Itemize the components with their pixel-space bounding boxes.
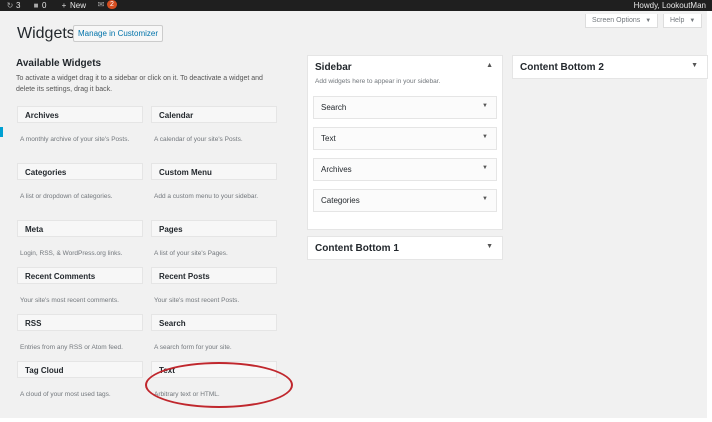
widget-title: Search	[321, 103, 347, 112]
sidebar-description: Add widgets here to appear in your sideb…	[315, 78, 441, 85]
widget-description: Your site's most recent Posts.	[154, 297, 240, 304]
updates-icon: ↻	[6, 0, 14, 10]
widget-rss[interactable]: RSS	[17, 314, 143, 331]
available-widgets-title: Available Widgets	[16, 58, 102, 69]
comment-icon: ■	[33, 0, 39, 10]
updates-item[interactable]: ↻ 3	[6, 0, 21, 11]
sidebar-widget-area: Sidebar ▲ Add widgets here to appear in …	[307, 55, 503, 230]
widget-title: Custom Menu	[159, 168, 212, 177]
content-bottom-1-area[interactable]: Content Bottom 1 ▼	[307, 236, 503, 260]
widget-description: A list or dropdown of categories.	[20, 193, 113, 200]
account-item[interactable]: Howdy, LookoutMan	[634, 0, 706, 11]
sidebar-widget-categories[interactable]: Categories ▼	[313, 189, 497, 212]
widget-calendar[interactable]: Calendar	[151, 106, 277, 123]
widget-title: Search	[159, 319, 186, 328]
widget-title: Categories	[321, 196, 360, 205]
content-bottom-1-title: Content Bottom 1	[315, 243, 399, 254]
sidebar-widget-search[interactable]: Search ▼	[313, 96, 497, 119]
comments-count: 0	[42, 1, 47, 10]
screen-options-tab[interactable]: Screen Options ▼	[585, 14, 659, 28]
notifications-item[interactable]: ✉ 2	[97, 0, 117, 9]
widget-title: Text	[321, 134, 336, 143]
highlight-circle	[145, 362, 293, 408]
collapse-up-icon[interactable]: ▲	[486, 62, 493, 69]
mail-icon: ✉	[97, 0, 105, 9]
chevron-down-icon[interactable]: ▼	[482, 134, 488, 140]
menu-collapse-handle[interactable]	[0, 127, 4, 137]
widget-title: Recent Posts	[159, 272, 210, 281]
widget-title: Archives	[321, 165, 352, 174]
notification-badge: 2	[107, 0, 117, 9]
widget-description: Add a custom menu to your sidebar.	[154, 193, 259, 200]
widget-title: Meta	[25, 225, 44, 234]
widget-tag-cloud[interactable]: Tag Cloud	[17, 361, 143, 378]
chevron-down-icon[interactable]: ▼	[691, 62, 698, 69]
widget-title: Recent Comments	[25, 272, 96, 281]
available-widgets-description: To activate a widget drag it to a sideba…	[16, 75, 263, 93]
widget-archives[interactable]: Archives	[17, 106, 143, 123]
widget-description: A monthly archive of your site's Posts.	[20, 136, 130, 143]
widget-description: Login, RSS, & WordPress.org links.	[20, 250, 123, 257]
manage-in-customizer-button[interactable]: Manage in Customizer	[73, 25, 164, 42]
new-label: New	[70, 1, 87, 10]
widget-description: A list of your site's Pages.	[154, 250, 228, 257]
widget-title: RSS	[25, 319, 42, 328]
chevron-down-icon[interactable]: ▼	[482, 196, 488, 202]
content-bottom-2-title: Content Bottom 2	[520, 62, 604, 73]
widget-title: Calendar	[159, 111, 194, 120]
widget-title: Tag Cloud	[25, 366, 64, 375]
widget-description: Your site's most recent comments.	[20, 297, 119, 304]
help-tab[interactable]: Help ▼	[663, 14, 703, 28]
widget-pages[interactable]: Pages	[151, 220, 277, 237]
admin-bar: ↻ 3 ■ 0 + New ✉ 2 Howdy, LookoutMan	[0, 0, 712, 11]
widget-title: Categories	[25, 168, 67, 177]
chevron-down-icon[interactable]: ▼	[482, 103, 488, 109]
plus-icon: +	[61, 0, 67, 10]
widgets-page: Widgets Manage in Customizer Screen Opti…	[5, 11, 708, 418]
widget-categories[interactable]: Categories	[17, 163, 143, 180]
widget-description: Entries from any RSS or Atom feed.	[20, 344, 123, 351]
page-title: Widgets	[17, 25, 75, 42]
widget-description: A cloud of your most used tags.	[20, 391, 111, 398]
widget-recent-comments[interactable]: Recent Comments	[17, 267, 143, 284]
sidebar-widget-archives[interactable]: Archives ▼	[313, 158, 497, 181]
help-label: Help	[670, 17, 685, 24]
widget-title: Pages	[159, 225, 183, 234]
new-item[interactable]: + New	[60, 0, 86, 11]
widget-custom-menu[interactable]: Custom Menu	[151, 163, 277, 180]
widget-search[interactable]: Search	[151, 314, 277, 331]
chevron-down-icon[interactable]: ▼	[482, 165, 488, 171]
widget-description: A calendar of your site's Posts.	[154, 136, 243, 143]
sidebar-widget-text[interactable]: Text ▼	[313, 127, 497, 150]
content-bottom-2-area[interactable]: Content Bottom 2 ▼	[512, 55, 708, 79]
sidebar-title: Sidebar	[315, 62, 352, 73]
widget-description: A search form for your site.	[154, 344, 232, 351]
widget-title: Archives	[25, 111, 59, 120]
widget-recent-posts[interactable]: Recent Posts	[151, 267, 277, 284]
chevron-down-icon: ▼	[645, 18, 652, 24]
chevron-down-icon: ▼	[689, 18, 696, 24]
greeting-text: Howdy, LookoutMan	[633, 1, 706, 10]
chevron-down-icon[interactable]: ▼	[486, 243, 493, 250]
screen-options-label: Screen Options	[592, 17, 641, 24]
updates-count: 3	[16, 1, 21, 10]
comments-item[interactable]: ■ 0	[32, 0, 47, 11]
widget-meta[interactable]: Meta	[17, 220, 143, 237]
